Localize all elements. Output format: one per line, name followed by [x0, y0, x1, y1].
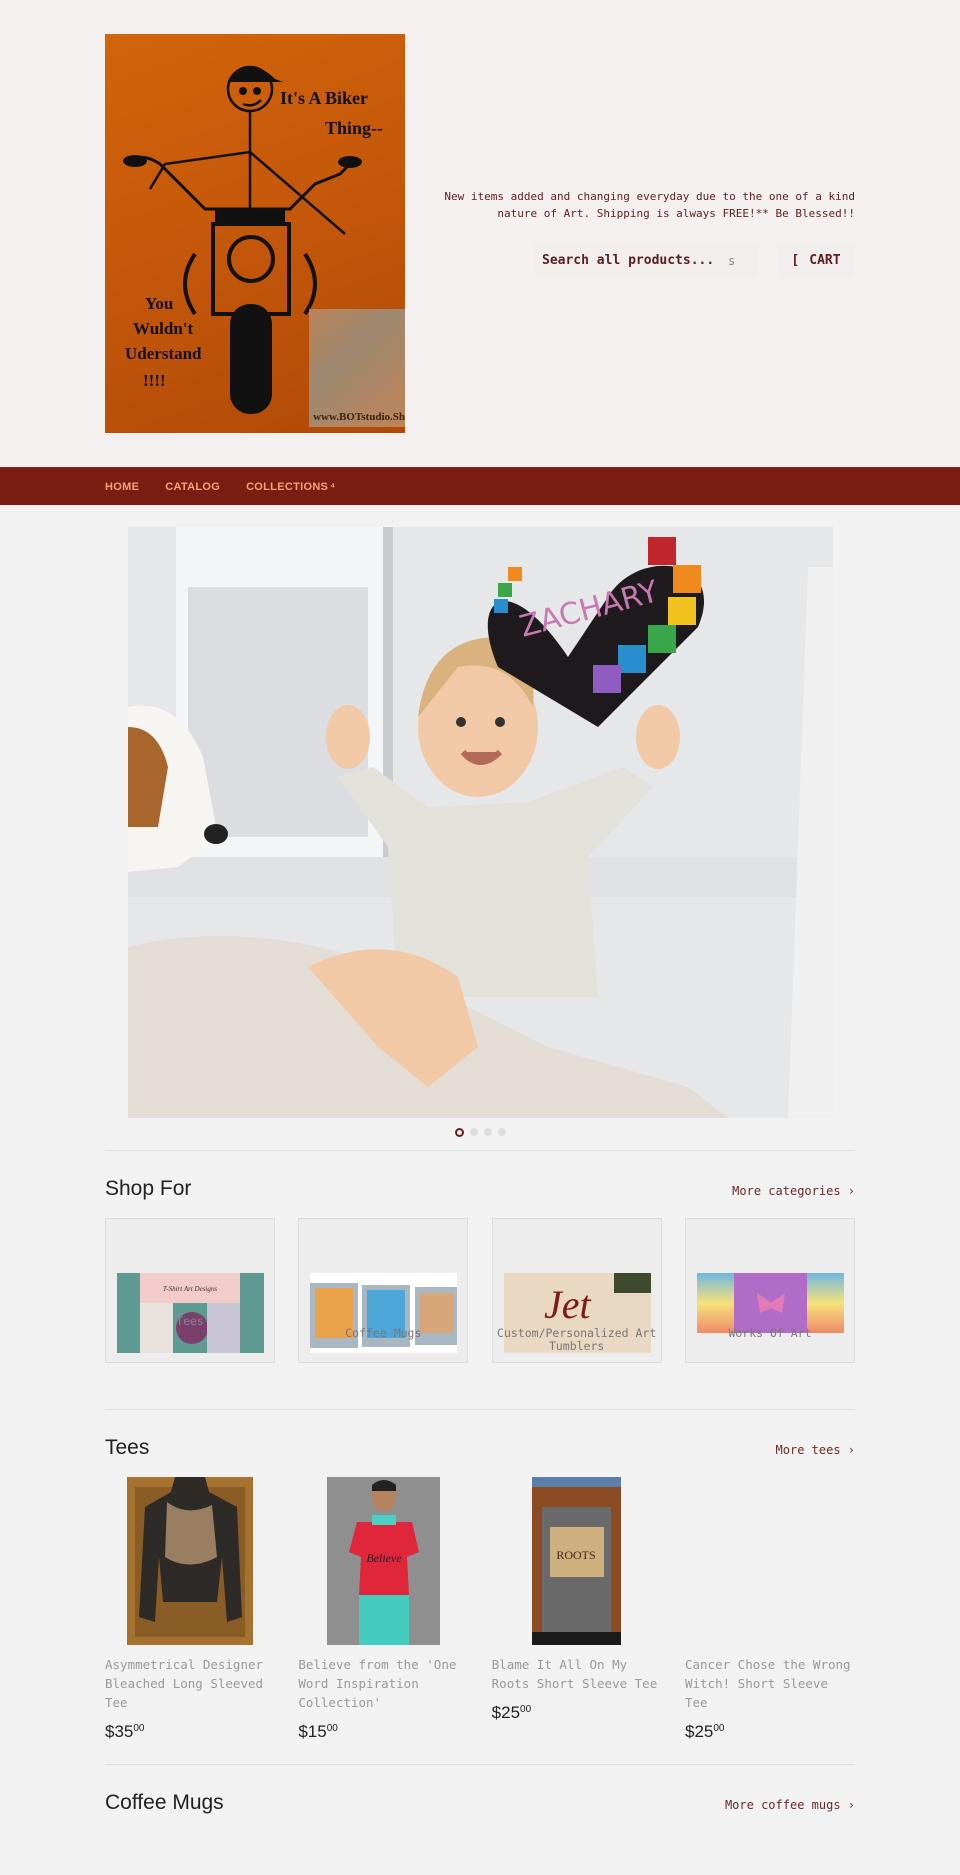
svg-text:ROOTS: ROOTS: [556, 1548, 595, 1562]
slideshow-dots: [0, 1126, 960, 1138]
hero-image: ZACHARY: [127, 527, 833, 1118]
product-image: ROOTS: [532, 1477, 622, 1645]
product-price: $1500: [298, 1722, 338, 1741]
product-image: [127, 1477, 253, 1645]
nav-item-home[interactable]: HOME: [105, 481, 139, 493]
category-card-tees[interactable]: T-Shirt Art Designs Tees: [105, 1218, 275, 1363]
product-card[interactable]: Believe Believe from the 'One Word Inspi…: [298, 1477, 468, 1742]
more-coffee-mugs-link[interactable]: More coffee mugs ›: [725, 1798, 855, 1812]
category-label: Works Of Art: [728, 1326, 812, 1340]
product-image-wrap: [685, 1477, 855, 1645]
category-image: [696, 1273, 844, 1333]
divider: [105, 1764, 855, 1765]
product-image-wrap: Believe: [298, 1477, 468, 1645]
search-input[interactable]: [542, 253, 722, 268]
category-card-coffee-mugs[interactable]: Coffee Mugs: [298, 1218, 469, 1363]
category-card-works-of-art[interactable]: Works Of Art: [684, 1218, 855, 1363]
cart-button[interactable]: [ CART: [778, 244, 854, 277]
svg-text:!!!!: !!!!: [143, 371, 166, 390]
category-label: Custom/Personalized Art Tumblers: [497, 1326, 657, 1353]
bot-studio-badge: [309, 309, 405, 427]
slide-dot-3[interactable]: [483, 1128, 492, 1136]
svg-text:Thing--: Thing--: [325, 118, 383, 138]
coffee-mugs-header: Coffee Mugs More coffee mugs ›: [105, 1791, 855, 1875]
search-bar: s: [534, 244, 758, 277]
category-grid: T-Shirt Art Designs Tees Coffee Mugs Jet…: [105, 1218, 855, 1363]
divider: [105, 1150, 855, 1151]
svg-text:Wuldn't: Wuldn't: [133, 319, 194, 338]
product-image-wrap: ROOTS: [492, 1477, 662, 1645]
product-title: Cancer Chose the Wrong Witch! Short Slee…: [684, 1657, 851, 1710]
product-card[interactable]: Asymmetrical Designer Bleached Long Slee…: [105, 1477, 275, 1742]
more-categories-link[interactable]: More categories ›: [732, 1184, 855, 1198]
product-image-wrap: [105, 1477, 275, 1645]
slide-dot-1[interactable]: [454, 1127, 464, 1137]
more-tees-link[interactable]: More tees ›: [776, 1443, 855, 1457]
slide-dot-2[interactable]: [469, 1128, 478, 1136]
category-image: T-Shirt Art Designs: [117, 1273, 264, 1353]
chevron-down-icon: ⁴: [330, 481, 336, 493]
main-nav: HOME CATALOG COLLECTIONS ⁴: [0, 467, 960, 505]
svg-text:T-Shirt Art Designs: T-Shirt Art Designs: [163, 1285, 217, 1293]
svg-text:Jet: Jet: [544, 1282, 592, 1327]
product-title: Asymmetrical Designer Bleached Long Slee…: [105, 1657, 264, 1710]
category-label: Tees: [176, 1314, 204, 1328]
product-price: $3500: [105, 1722, 145, 1741]
category-image: [310, 1273, 458, 1353]
divider: [105, 1409, 855, 1410]
tees-product-grid: Asymmetrical Designer Bleached Long Slee…: [105, 1477, 855, 1742]
product-card[interactable]: ROOTS Blame It All On My Roots Short Sle…: [492, 1477, 662, 1742]
svg-text:It's A Biker: It's A Biker: [280, 88, 368, 108]
category-card-tumblers[interactable]: Jet Custom/Personalized Art Tumblers: [491, 1218, 662, 1363]
product-image: Believe: [326, 1477, 440, 1645]
product-title: Blame It All On My Roots Short Sleeve Te…: [491, 1657, 658, 1691]
store-logo[interactable]: It's A Biker Thing-- You Wuldn't Udersta…: [105, 34, 405, 433]
svg-text:You: You: [145, 294, 173, 313]
svg-text:Uderstand: Uderstand: [125, 344, 202, 363]
cart-label: CART: [809, 253, 841, 268]
nav-item-catalog[interactable]: CATALOG: [165, 481, 220, 493]
shop-for-title: Shop For: [105, 1177, 192, 1200]
site-header: It's A Biker Thing-- You Wuldn't Udersta…: [0, 0, 960, 467]
product-price: $2500: [491, 1703, 532, 1722]
logo-watermark: www.BOTstudio.Sh: [313, 411, 405, 423]
product-card[interactable]: Cancer Chose the Wrong Witch! Short Slee…: [685, 1477, 855, 1742]
hero-slide[interactable]: ZACHARY: [127, 527, 833, 1118]
search-icon[interactable]: s: [728, 254, 735, 268]
store-tagline: New items added and changing everyday du…: [444, 190, 855, 220]
slide-dot-4[interactable]: [497, 1128, 506, 1136]
tees-header: Tees More tees ›: [105, 1436, 855, 1460]
product-price: $2500: [684, 1722, 725, 1741]
nav-item-collections[interactable]: COLLECTIONS ⁴: [246, 481, 335, 493]
shop-for-header: Shop For More categories ›: [105, 1177, 855, 1201]
svg-text:Believe: Believe: [366, 1551, 402, 1565]
tees-title: Tees: [105, 1436, 150, 1459]
cart-icon: [: [791, 253, 800, 268]
coffee-mugs-title: Coffee Mugs: [105, 1791, 224, 1814]
product-title: Believe from the 'One Word Inspiration C…: [298, 1657, 457, 1710]
nav-item-collections-label: COLLECTIONS: [246, 480, 329, 493]
category-label: Coffee Mugs: [345, 1326, 422, 1340]
